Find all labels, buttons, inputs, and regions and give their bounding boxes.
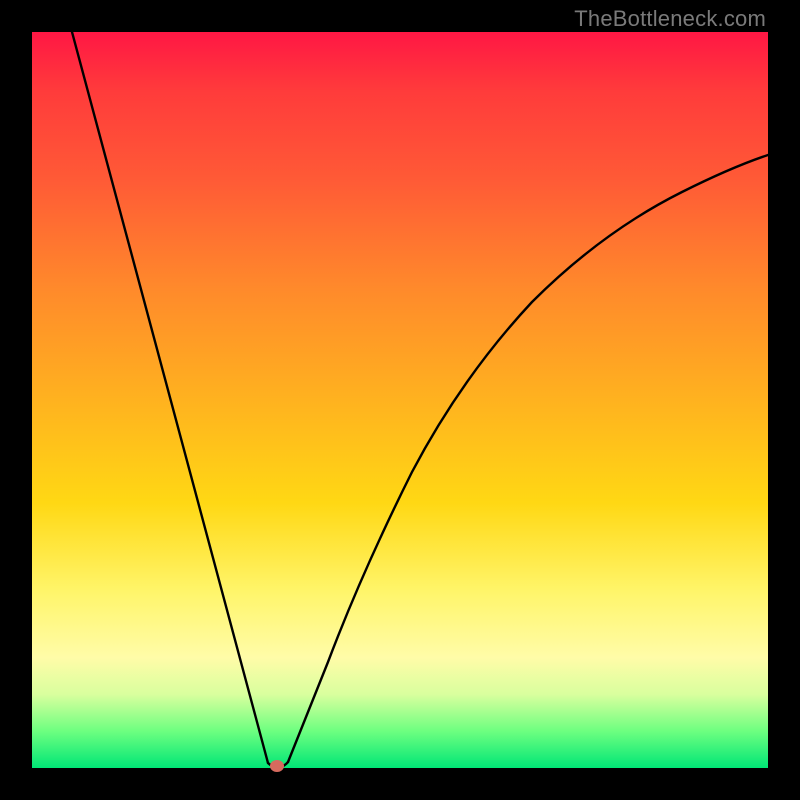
plot-area	[32, 32, 768, 768]
watermark-text: TheBottleneck.com	[574, 6, 766, 32]
curve-right-branch	[288, 155, 768, 762]
chart-stage: TheBottleneck.com	[0, 0, 800, 800]
min-marker	[270, 760, 284, 772]
curve-left-branch	[72, 32, 268, 763]
bottleneck-curve	[32, 32, 768, 768]
